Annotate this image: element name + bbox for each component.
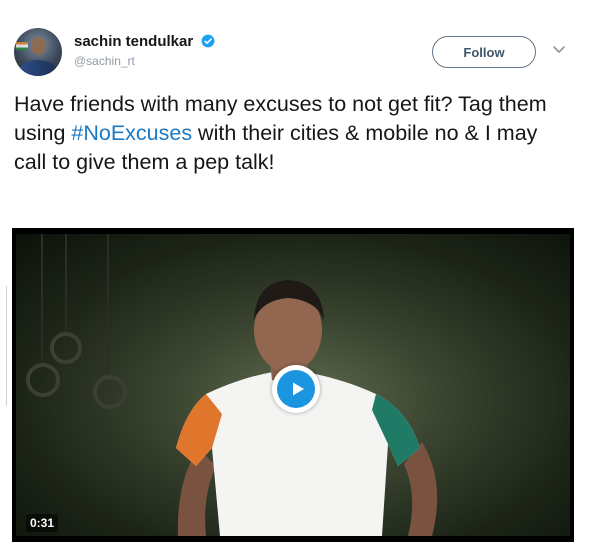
verified-badge-icon (201, 34, 215, 48)
adjacent-panel-edge (0, 286, 7, 406)
flag-graphic (16, 42, 28, 50)
user-name[interactable]: sachin tendulkar (74, 33, 215, 50)
avatar[interactable] (14, 28, 62, 76)
tweet-text: Have friends with many excuses to not ge… (14, 90, 574, 177)
user-handle[interactable]: @sachin_rt (74, 54, 135, 68)
play-icon (292, 382, 304, 396)
hashtag-link[interactable]: #NoExcuses (71, 121, 192, 145)
video-duration: 0:31 (26, 514, 59, 532)
play-button[interactable] (272, 365, 320, 413)
follow-button[interactable]: Follow (432, 36, 536, 68)
user-name-text: sachin tendulkar (74, 33, 194, 50)
chevron-down-icon[interactable] (552, 45, 566, 55)
video-frame: 0:31 (16, 234, 570, 536)
video-player[interactable]: 0:31 (12, 228, 574, 542)
